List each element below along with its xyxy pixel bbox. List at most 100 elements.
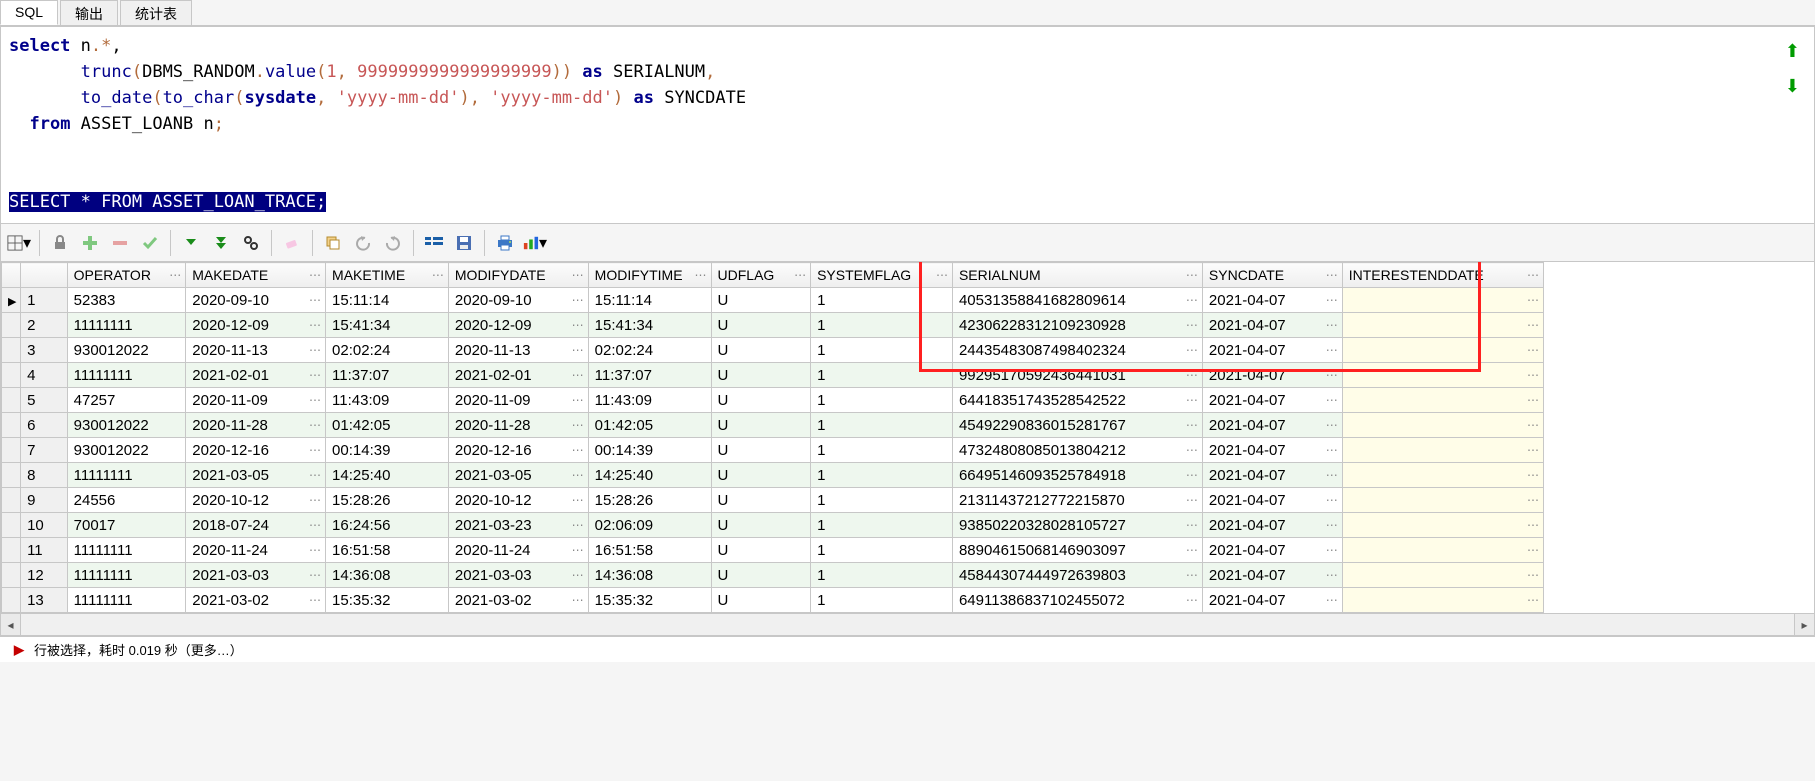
table-row[interactable]: 8111111112021-03-0514:25:402021-03-0514:… xyxy=(2,463,1544,488)
col-modifydate[interactable]: MODIFYDATE xyxy=(448,263,588,288)
scroll-left-icon[interactable]: ◂ xyxy=(1,614,21,635)
cell-maketime[interactable]: 00:14:39 xyxy=(326,438,449,463)
cell-operator[interactable]: 11111111 xyxy=(67,363,186,388)
cell-modifytime[interactable]: 14:36:08 xyxy=(588,563,711,588)
cell-modifydate[interactable]: 2020-11-09 xyxy=(448,388,588,413)
row-gutter[interactable] xyxy=(2,463,21,488)
cell-maketime[interactable]: 01:42:05 xyxy=(326,413,449,438)
cell-syncdate[interactable]: 2021-04-07 xyxy=(1202,313,1342,338)
cell-syncdate[interactable]: 2021-04-07 xyxy=(1202,438,1342,463)
cell-maketime[interactable]: 16:24:56 xyxy=(326,513,449,538)
row-gutter[interactable] xyxy=(2,588,21,613)
table-row[interactable]: 79300120222020-12-1600:14:392020-12-1600… xyxy=(2,438,1544,463)
cell-systemflag[interactable]: 1 xyxy=(811,538,953,563)
cell-makedate[interactable]: 2020-11-09 xyxy=(186,388,326,413)
cell-operator[interactable]: 11111111 xyxy=(67,313,186,338)
cell-udflag[interactable]: U xyxy=(711,513,811,538)
cell-modifytime[interactable]: 16:51:58 xyxy=(588,538,711,563)
cell-operator[interactable]: 11111111 xyxy=(67,588,186,613)
row-gutter[interactable] xyxy=(2,438,21,463)
col-maketime[interactable]: MAKETIME xyxy=(326,263,449,288)
table-row[interactable]: 4111111112021-02-0111:37:072021-02-0111:… xyxy=(2,363,1544,388)
cell-modifydate[interactable]: 2021-03-05 xyxy=(448,463,588,488)
cell-udflag[interactable]: U xyxy=(711,538,811,563)
cell-udflag[interactable]: U xyxy=(711,313,811,338)
cell-maketime[interactable]: 15:28:26 xyxy=(326,488,449,513)
chart-icon[interactable]: ▾ xyxy=(523,231,547,255)
cell-systemflag[interactable]: 1 xyxy=(811,563,953,588)
cell-operator[interactable]: 930012022 xyxy=(67,438,186,463)
cell-systemflag[interactable]: 1 xyxy=(811,313,953,338)
cell-udflag[interactable]: U xyxy=(711,563,811,588)
cell-modifytime[interactable]: 14:25:40 xyxy=(588,463,711,488)
add-row-icon[interactable] xyxy=(78,231,102,255)
cell-udflag[interactable]: U xyxy=(711,413,811,438)
cell-syncdate[interactable]: 2021-04-07 xyxy=(1202,388,1342,413)
cell-modifydate[interactable]: 2020-09-10 xyxy=(448,288,588,313)
col-modifytime[interactable]: MODIFYTIME xyxy=(588,263,711,288)
cell-makedate[interactable]: 2020-10-12 xyxy=(186,488,326,513)
scroll-right-icon[interactable]: ▸ xyxy=(1794,614,1814,635)
col-serialnum[interactable]: SERIALNUM xyxy=(952,263,1202,288)
cell-modifydate[interactable]: 2021-03-02 xyxy=(448,588,588,613)
cell-syncdate[interactable]: 2021-04-07 xyxy=(1202,413,1342,438)
cell-interestend[interactable] xyxy=(1342,313,1543,338)
cell-serialnum[interactable]: 42306228312109230928 xyxy=(952,313,1202,338)
eraser-icon[interactable] xyxy=(280,231,304,255)
cell-modifytime[interactable]: 15:11:14 xyxy=(588,288,711,313)
col-makedate[interactable]: MAKEDATE xyxy=(186,263,326,288)
row-gutter[interactable]: ▶ xyxy=(2,288,21,313)
cell-systemflag[interactable]: 1 xyxy=(811,288,953,313)
cell-interestend[interactable] xyxy=(1342,538,1543,563)
cell-serialnum[interactable]: 45844307444972639803 xyxy=(952,563,1202,588)
cell-modifytime[interactable]: 15:41:34 xyxy=(588,313,711,338)
cell-maketime[interactable]: 02:02:24 xyxy=(326,338,449,363)
cell-interestend[interactable] xyxy=(1342,288,1543,313)
cell-syncdate[interactable]: 2021-04-07 xyxy=(1202,288,1342,313)
fetch-all-icon[interactable] xyxy=(209,231,233,255)
table-row[interactable]: 69300120222020-11-2801:42:052020-11-2801… xyxy=(2,413,1544,438)
cell-serialnum[interactable]: 93850220328028105727 xyxy=(952,513,1202,538)
cell-operator[interactable]: 930012022 xyxy=(67,338,186,363)
cell-modifytime[interactable]: 02:06:09 xyxy=(588,513,711,538)
cell-serialnum[interactable]: 45492290836015281767 xyxy=(952,413,1202,438)
cell-udflag[interactable]: U xyxy=(711,588,811,613)
cell-interestend[interactable] xyxy=(1342,363,1543,388)
result-grid[interactable]: OPERATOR MAKEDATE MAKETIME MODIFYDATE MO… xyxy=(1,262,1544,613)
table-row[interactable]: 10700172018-07-2416:24:562021-03-2302:06… xyxy=(2,513,1544,538)
cell-maketime[interactable]: 15:11:14 xyxy=(326,288,449,313)
col-interestend[interactable]: INTERESTENDDATE xyxy=(1342,263,1543,288)
row-gutter[interactable] xyxy=(2,513,21,538)
cell-makedate[interactable]: 2021-02-01 xyxy=(186,363,326,388)
row-gutter[interactable] xyxy=(2,388,21,413)
cell-serialnum[interactable]: 64911386837102455072 xyxy=(952,588,1202,613)
cell-systemflag[interactable]: 1 xyxy=(811,488,953,513)
tab-output[interactable]: 输出 xyxy=(60,0,118,25)
table-row[interactable]: 13111111112021-03-0215:35:322021-03-0215… xyxy=(2,588,1544,613)
cell-operator[interactable]: 70017 xyxy=(67,513,186,538)
cell-maketime[interactable]: 14:25:40 xyxy=(326,463,449,488)
cell-udflag[interactable]: U xyxy=(711,363,811,388)
nav-down-icon[interactable]: ⬇ xyxy=(1785,76,1800,97)
cell-modifytime[interactable]: 15:28:26 xyxy=(588,488,711,513)
cell-operator[interactable]: 930012022 xyxy=(67,413,186,438)
cell-makedate[interactable]: 2018-07-24 xyxy=(186,513,326,538)
cell-modifytime[interactable]: 11:43:09 xyxy=(588,388,711,413)
cell-modifytime[interactable]: 01:42:05 xyxy=(588,413,711,438)
cell-systemflag[interactable]: 1 xyxy=(811,463,953,488)
cell-syncdate[interactable]: 2021-04-07 xyxy=(1202,488,1342,513)
cell-serialnum[interactable]: 24435483087498402324 xyxy=(952,338,1202,363)
delete-row-icon[interactable] xyxy=(108,231,132,255)
cell-modifydate[interactable]: 2020-10-12 xyxy=(448,488,588,513)
cell-syncdate[interactable]: 2021-04-07 xyxy=(1202,363,1342,388)
cell-maketime[interactable]: 16:51:58 xyxy=(326,538,449,563)
commit-icon[interactable] xyxy=(138,231,162,255)
cell-makedate[interactable]: 2020-12-16 xyxy=(186,438,326,463)
col-operator[interactable]: OPERATOR xyxy=(67,263,186,288)
table-row[interactable]: 2111111112020-12-0915:41:342020-12-0915:… xyxy=(2,313,1544,338)
cell-syncdate[interactable]: 2021-04-07 xyxy=(1202,338,1342,363)
row-gutter[interactable] xyxy=(2,338,21,363)
cell-makedate[interactable]: 2020-11-13 xyxy=(186,338,326,363)
grid-layout-icon[interactable]: ▾ xyxy=(7,231,31,255)
cell-makedate[interactable]: 2021-03-05 xyxy=(186,463,326,488)
